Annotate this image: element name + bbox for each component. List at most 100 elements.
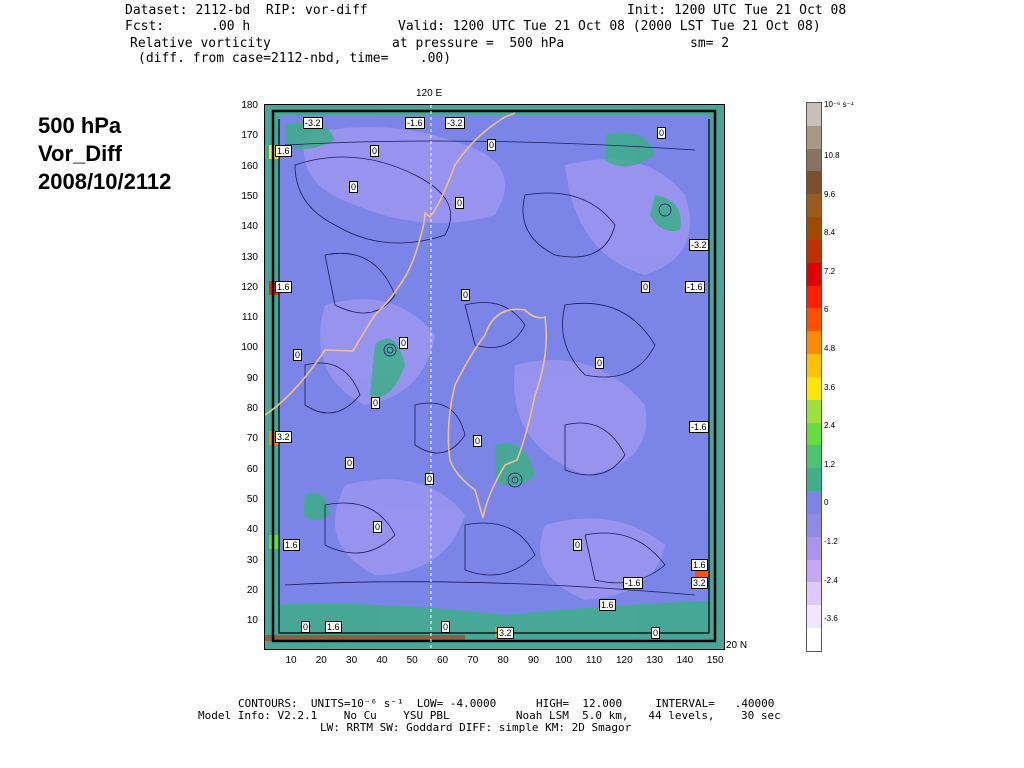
contour-label: 0 <box>370 145 380 157</box>
header-init: Init: 1200 UTC Tue 21 Oct 08 <box>627 3 847 18</box>
contour-label: -3.2 <box>303 117 323 129</box>
footer-physics: LW: RRTM SW: Goddard DIFF: simple KM: 2D… <box>320 721 632 734</box>
y-tick-label: 110 <box>242 312 258 324</box>
y-tick-label: 120 <box>241 281 258 293</box>
colorbar-segment <box>807 605 821 629</box>
colorbar-segment <box>807 239 821 263</box>
contour-label: -1.6 <box>623 577 643 589</box>
y-tick-label: 140 <box>241 221 258 233</box>
x-tick-label: 70 <box>467 655 479 666</box>
x-tick-label: 50 <box>406 655 418 666</box>
colorbar-segment <box>807 354 821 377</box>
colorbar-label: -3.6 <box>824 614 838 624</box>
contour-label: -1.6 <box>689 421 709 433</box>
contour-label: 0 <box>301 621 311 633</box>
header-dataset: Dataset: 2112-bd RIP: vor-diff <box>125 3 368 18</box>
colorbar-segment <box>807 582 821 606</box>
colorbar-segment <box>807 513 821 537</box>
colorbar-segment <box>807 308 821 332</box>
side-title: 500 hPa Vor_Diff 2008/10/2112 <box>38 112 171 196</box>
contour-label: -1.6 <box>685 281 705 293</box>
header-pressure: at pressure = 500 hPa <box>392 36 565 51</box>
colorbar-label: -1.2 <box>824 537 838 546</box>
y-tick-label: 100 <box>241 342 258 354</box>
contour-label: -3.2 <box>689 239 709 251</box>
y-tick-label: 170 <box>241 130 258 142</box>
x-tick-label: 120 <box>615 655 633 666</box>
top-longitude-label: 120 E <box>416 88 443 99</box>
colorbar-label: 2.4 <box>824 421 836 431</box>
corner-latitude-label: 20 N <box>726 640 748 651</box>
colorbar-segment <box>807 491 821 514</box>
contour-label: 0 <box>349 181 359 193</box>
contour-label: 0 <box>399 337 409 349</box>
y-tick-label: 10 <box>246 615 258 627</box>
contour-label: 0 <box>461 289 471 301</box>
x-tick-label: 150 <box>706 655 724 666</box>
header-field: Relative vorticity <box>130 36 271 51</box>
y-tick-label: 30 <box>246 554 258 566</box>
contour-label: -3.2 <box>445 117 465 129</box>
header-fcst: Fcst: .00 h <box>125 19 251 34</box>
contour-label: 0 <box>455 197 465 209</box>
contour-label: 0 <box>373 521 383 533</box>
x-tick-label: 30 <box>346 655 358 666</box>
contour-label: 0 <box>441 621 451 633</box>
colorbar-label: 1.2 <box>824 459 836 469</box>
contour-label: 0 <box>425 473 435 485</box>
colorbar-label: 9.6 <box>824 189 836 199</box>
colorbar-label: 7.2 <box>824 266 836 276</box>
vorticity-map[interactable]: -3.2 -1.6 -3.2 1.6 0 0 0 0 0 -3.2 1.6 0 0 -1.6 0 0 0 0 3.2… <box>264 104 725 650</box>
colorbar-segment <box>807 125 821 149</box>
y-tick-label: 130 <box>241 251 258 263</box>
contour-label: 1.6 <box>599 599 616 611</box>
colorbar-segment <box>807 559 821 583</box>
contour-label: 1.6 <box>283 539 300 551</box>
contour-label: 0 <box>473 435 483 447</box>
colorbar-label: 4.8 <box>824 344 836 353</box>
contour-label: 0 <box>371 397 381 409</box>
contour-label: 3.2 <box>497 627 514 639</box>
contour-label: -1.6 <box>405 117 425 129</box>
colorbar-label: 0 <box>824 498 829 508</box>
colorbar-segment <box>807 171 821 195</box>
colorbar-segment <box>807 536 821 560</box>
contour-label: 3.2 <box>691 577 708 589</box>
colorbar-label: 3.6 <box>824 382 836 392</box>
y-tick-label: 160 <box>241 160 258 172</box>
map-drawing <box>265 105 724 649</box>
contour-label: 0 <box>651 627 661 639</box>
x-tick-label: 60 <box>436 655 449 666</box>
header-diff: (diff. from case=2112-nbd, time= .00) <box>138 51 452 66</box>
colorbar-segment <box>807 376 821 400</box>
y-tick-label: 60 <box>246 463 258 475</box>
colorbar-label: 6 <box>824 305 829 315</box>
colorbar-label: 10.8 <box>824 151 840 160</box>
contour-label: 3.2 <box>275 431 292 443</box>
colorbar-segment <box>807 194 821 218</box>
contour-label: 0 <box>345 457 355 469</box>
header-valid: Valid: 1200 UTC Tue 21 Oct 08 (2000 LST … <box>398 19 821 34</box>
contour-label: 1.6 <box>691 559 708 571</box>
colorbar-segment <box>807 331 821 355</box>
colorbar-segment <box>807 285 821 309</box>
side-title-variable: Vor_Diff <box>38 141 122 166</box>
colorbar-segment <box>807 422 821 446</box>
colorbar-segment <box>807 468 821 492</box>
colorbar-label: 8.4 <box>824 228 836 238</box>
contour-label: 1.6 <box>275 145 292 157</box>
x-tick-label: 20 <box>315 655 327 666</box>
y-tick-label: 70 <box>246 433 258 445</box>
colorbar-segment <box>807 262 821 286</box>
x-tick-label: 110 <box>586 655 602 666</box>
side-title-date: 2008/10/2112 <box>38 169 172 194</box>
y-tick-label: 40 <box>246 524 258 536</box>
x-tick-label: 40 <box>376 655 388 666</box>
y-tick-label: 150 <box>241 190 258 202</box>
colorbar-segment <box>807 217 821 240</box>
x-tick-label: 130 <box>646 655 663 666</box>
y-tick-label: 80 <box>246 403 258 414</box>
x-tick-label: 100 <box>555 655 573 666</box>
colorbar <box>806 102 822 652</box>
y-tick-label: 20 <box>246 584 258 596</box>
